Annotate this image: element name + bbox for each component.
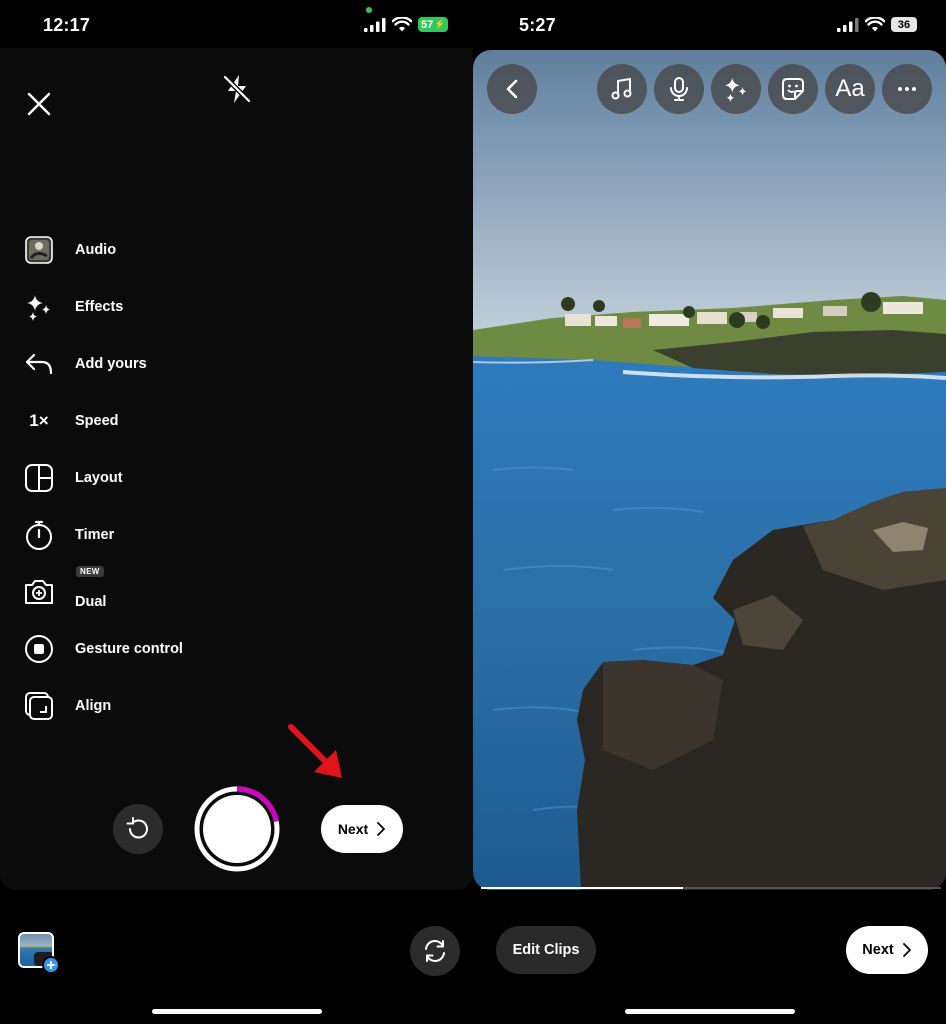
battery-level: 36: [897, 18, 911, 31]
align-icon: [22, 689, 56, 723]
sparkles-icon: [724, 77, 747, 103]
red-arrow-annotation-icon: [288, 724, 342, 778]
tool-dual[interactable]: NEW Dual: [22, 566, 222, 612]
more-options-button[interactable]: [882, 64, 932, 114]
chevron-left-icon: [506, 79, 518, 99]
shutter-button[interactable]: [193, 785, 281, 873]
home-indicator[interactable]: [625, 1009, 795, 1014]
microphone-icon: [670, 77, 688, 101]
wifi-icon: [865, 17, 885, 32]
tool-label: Effects: [75, 299, 124, 315]
tool-label: Audio: [75, 242, 117, 258]
edit-clips-label: Edit Clips: [512, 942, 580, 958]
battery-level: 57: [421, 18, 434, 31]
undo-clip-button[interactable]: [113, 804, 163, 854]
status-icons: 57 ⚡: [364, 17, 449, 32]
gallery-thumbnail-button[interactable]: [18, 932, 60, 974]
gesture-control-icon: [22, 632, 56, 666]
tool-label: Dual: [75, 594, 107, 610]
edit-clips-button[interactable]: Edit Clips: [496, 926, 596, 974]
effects-button[interactable]: [711, 64, 761, 114]
close-button[interactable]: [24, 89, 54, 119]
text-tool-button[interactable]: Aa: [825, 64, 875, 114]
battery-indicator: 57 ⚡: [418, 17, 449, 32]
tool-align[interactable]: Align: [22, 686, 222, 726]
speed-value: 1×: [29, 411, 49, 430]
tool-add-yours[interactable]: Add yours: [22, 344, 222, 384]
cellular-signal-icon: [837, 17, 859, 32]
sticker-icon: [782, 78, 804, 100]
reply-arrow-icon: [22, 347, 56, 381]
chevron-right-icon: [377, 822, 386, 836]
next-label: Next: [337, 821, 369, 837]
chevron-right-icon: [902, 943, 911, 957]
more-horizontal-icon: [898, 87, 916, 91]
status-time: 5:27: [519, 15, 556, 35]
tool-label: Gesture control: [75, 641, 183, 657]
cellular-signal-icon: [364, 17, 386, 32]
record-progress-ring: [194, 786, 280, 872]
tool-label: Timer: [75, 527, 115, 543]
text-tool-label: Aa: [835, 75, 865, 102]
tool-label: Align: [75, 698, 112, 714]
timer-icon: [22, 518, 56, 552]
undo-icon: [126, 817, 148, 839]
status-time: 12:17: [43, 15, 91, 35]
tool-layout[interactable]: Layout: [22, 458, 222, 498]
tool-label: Speed: [75, 413, 119, 429]
audio-thumbnail-icon: [22, 233, 56, 267]
speed-icon: 1×: [22, 404, 56, 438]
home-indicator[interactable]: [152, 1009, 322, 1014]
flash-toggle-button[interactable]: [220, 72, 254, 106]
switch-camera-icon: [425, 940, 445, 962]
layout-grid-icon: [22, 461, 56, 495]
tool-timer[interactable]: Timer: [22, 515, 222, 555]
next-label: Next: [862, 942, 894, 958]
sticker-button[interactable]: [768, 64, 818, 114]
right-screen: 5:27 36 Aa Edit Clips Next: [473, 0, 946, 1024]
dual-camera-icon: [22, 575, 56, 609]
coastal-photo: [473, 50, 946, 890]
tool-gesture-control[interactable]: Gesture control: [22, 629, 222, 669]
battery-indicator: 36: [891, 17, 917, 32]
music-button[interactable]: [597, 64, 647, 114]
status-icons: 36: [837, 17, 917, 32]
charging-bolt-icon: ⚡: [434, 19, 446, 29]
flash-off-icon: [223, 75, 251, 103]
camera-in-use-indicator: [366, 7, 372, 13]
music-note-icon: [611, 78, 632, 100]
add-plus-icon: [42, 956, 60, 974]
back-button[interactable]: [487, 64, 537, 114]
new-badge: NEW: [76, 566, 104, 577]
sparkles-icon: [22, 290, 56, 324]
clip-progress-fill: [481, 887, 684, 889]
clip-progress-track: [481, 887, 941, 889]
switch-camera-button[interactable]: [410, 926, 460, 976]
tool-effects[interactable]: Effects: [22, 287, 222, 327]
wifi-icon: [392, 17, 412, 32]
voiceover-button[interactable]: [654, 64, 704, 114]
left-screen: 12:17 57 ⚡ Audio Effects Add yours 1× Sp…: [0, 0, 473, 1024]
tool-audio[interactable]: Audio: [22, 230, 222, 270]
close-icon: [27, 92, 51, 116]
tool-label: Add yours: [75, 356, 147, 372]
tool-label: Layout: [75, 470, 123, 486]
next-button[interactable]: Next: [321, 805, 403, 853]
next-button[interactable]: Next: [846, 926, 928, 974]
story-media-preview: [473, 50, 946, 890]
tool-speed[interactable]: 1× Speed: [22, 401, 222, 441]
